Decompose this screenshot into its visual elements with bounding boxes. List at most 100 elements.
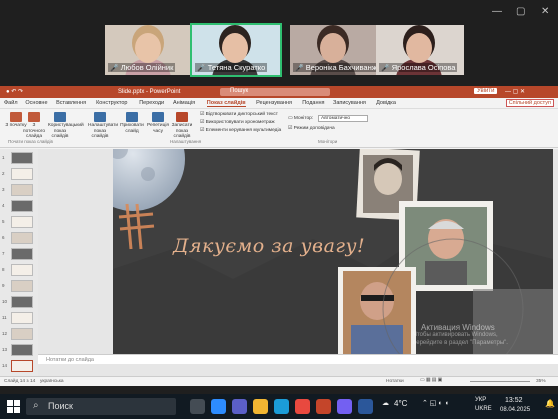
viber-icon[interactable] [337,399,352,414]
slide-thumbnail[interactable] [11,184,33,196]
language-indicator[interactable]: українська [40,379,64,384]
ribbon-tab[interactable]: Конструктор [96,100,127,106]
ribbon-button[interactable]: Налаштувати показ слайдів [88,112,118,140]
windows-start-icon[interactable] [7,400,20,413]
ribbon-checkbox[interactable]: ☑ Елементи керування мультимедіа [200,128,281,134]
tray-icons[interactable]: ⌃ ◱ ◐ ◖ [422,399,449,407]
muted-mic-icon: 🎤 [110,65,119,72]
teams-icon[interactable] [232,399,247,414]
participant-tile-2[interactable]: 🎤 Тетяна Скуратко [190,23,282,77]
weather-icon[interactable]: ☁ [382,399,389,407]
input-language-sub[interactable]: UKRE [475,406,492,412]
title-bar: ● ↶ ↷ Slide.pptx - PowerPoint Пошук Увій… [0,86,558,98]
avatar [320,33,346,63]
slide-thumbnail[interactable] [11,360,33,372]
muted-mic-icon: 🎤 [381,65,390,72]
ribbon-tab[interactable]: Анімація [173,100,195,106]
slide-thumbnail[interactable] [11,168,33,180]
notes-button[interactable]: Нотатки [386,379,404,384]
slide-number: 6 [2,235,5,240]
activation-watermark-line3: перейдите в раздел "Параметры". [413,340,508,346]
slide-thumbnail[interactable] [11,216,33,228]
slide-number: 3 [2,187,5,192]
ribbon-tab[interactable]: Переходи [139,100,164,106]
zoom-participant-bar: — ▢ ✕ 🎤 Любов Олійник 🎤 Тетяна Скуратко 🎤 В… [0,0,558,86]
ribbon-button[interactable]: Записати показ слайдів [170,112,194,140]
ribbon-button-icon [10,112,22,122]
presenter-view-checkbox[interactable]: ☑ Режим доповідача [288,126,335,132]
search-placeholder: Поиск [48,401,73,411]
slide-number: 4 [2,203,5,208]
slide-thumbnail[interactable] [11,264,33,276]
edge-icon[interactable] [274,399,289,414]
slide-thumbnail[interactable] [11,200,33,212]
zoom-level[interactable]: 35% [536,379,546,384]
slide-number: 1 [2,155,5,160]
slide-thumbnail[interactable] [11,232,33,244]
powerpoint-icon[interactable] [316,399,331,414]
slide-thumbnail[interactable] [11,344,33,356]
ribbon-button[interactable]: Приховати слайд [120,112,144,134]
slide-number: 2 [2,171,5,176]
label: Монітор: [293,116,314,121]
slide-thumbnail[interactable] [11,312,33,324]
ribbon-button-label: Користувацький показ слайдів [48,123,84,139]
ribbon-button-label: Записати показ слайдів [171,123,193,139]
slide-thumbnail[interactable] [11,296,33,308]
slide-thumbnail[interactable] [11,152,33,164]
ribbon-checkbox[interactable]: ☑ Використовувати хронометраж [200,120,275,126]
ribbon-button-label: З поточного слайда [23,123,45,139]
view-buttons[interactable]: ▭ ▦ ▤ ▣ [420,378,442,383]
clock-date[interactable]: 08.04.2025 [500,407,530,413]
taskbar-search-input[interactable]: ⌕ Поиск [26,398,176,415]
slide-number: 9 [2,283,5,288]
minimize-button[interactable]: — [492,6,502,17]
ribbon-tab[interactable]: Вставлення [56,100,86,106]
window-controls[interactable]: — ▢ ✕ [505,88,525,95]
file-explorer-icon[interactable] [253,399,268,414]
participant-tile-4[interactable]: 🎤 Ярослава Осіпова [376,25,464,75]
slide-number: 13 [2,347,8,352]
slide-canvas[interactable]: Дякуємо за увагу! Активация Windows Чтоб… [113,149,553,355]
avatar [222,33,248,63]
slide-number: 5 [2,219,5,224]
search-input[interactable]: Пошук [220,88,330,96]
autosave-icon[interactable]: ● ↶ ↷ [6,88,23,95]
chrome-icon[interactable] [295,399,310,414]
sign-in-button[interactable]: Увійти [474,88,498,94]
clock-time[interactable]: 13:52 [505,397,523,404]
ribbon-tab[interactable]: Файл [4,100,18,106]
zoom-icon[interactable] [211,399,226,414]
ribbon-button-label: Приховати слайд [120,123,144,134]
share-button[interactable]: Спільний доступ [505,99,554,107]
zoom-slider[interactable] [470,381,530,382]
ribbon-tab[interactable]: Записування [333,100,366,106]
ribbon-button[interactable]: Репетиція часу [146,112,170,134]
participant-tile-1[interactable]: 🎤 Любов Олійник [105,25,193,75]
ribbon-tab[interactable]: Показ слайдів [206,100,246,107]
slide-thumbnail[interactable] [11,280,33,292]
ribbon-checkbox[interactable]: ☑ Відтворювати дикторський текст [200,112,278,118]
ribbon-tab[interactable]: Подання [302,100,324,106]
ribbon-tab[interactable]: Рецензування [256,100,292,106]
ribbon-tab[interactable]: Основне [25,100,47,106]
spacer [0,386,558,394]
monitor-select[interactable]: Автоматично [318,115,368,122]
slide-thumbnail[interactable] [11,248,33,260]
slide-thumbnail[interactable] [11,328,33,340]
task-view-icon[interactable] [190,399,205,414]
weather-temperature[interactable]: 4°C [394,399,407,408]
participant-tile-3[interactable]: 🎤 Вероніка Бахчиванжі [290,25,378,75]
ribbon-button[interactable]: З поточного слайда [22,112,46,140]
windows-taskbar: ⌕ Поиск ☁ 4°C ⌃ ◱ ◐ ◖ УКР UKRE 13:52 08.… [0,394,558,419]
notification-icon[interactable]: 🔔 [545,399,555,408]
slide-number: 8 [2,267,5,272]
input-language[interactable]: УКР [475,397,486,403]
notes-pane[interactable]: Нотатки до слайда [38,354,558,364]
ribbon-button[interactable]: Користувацький показ слайдів [48,112,84,140]
word-icon[interactable] [358,399,373,414]
maximize-button[interactable]: ▢ [516,6,525,17]
ribbon-tab[interactable]: Довідка [376,100,396,106]
slide-number: 10 [2,299,8,304]
close-button[interactable]: ✕ [541,6,549,17]
